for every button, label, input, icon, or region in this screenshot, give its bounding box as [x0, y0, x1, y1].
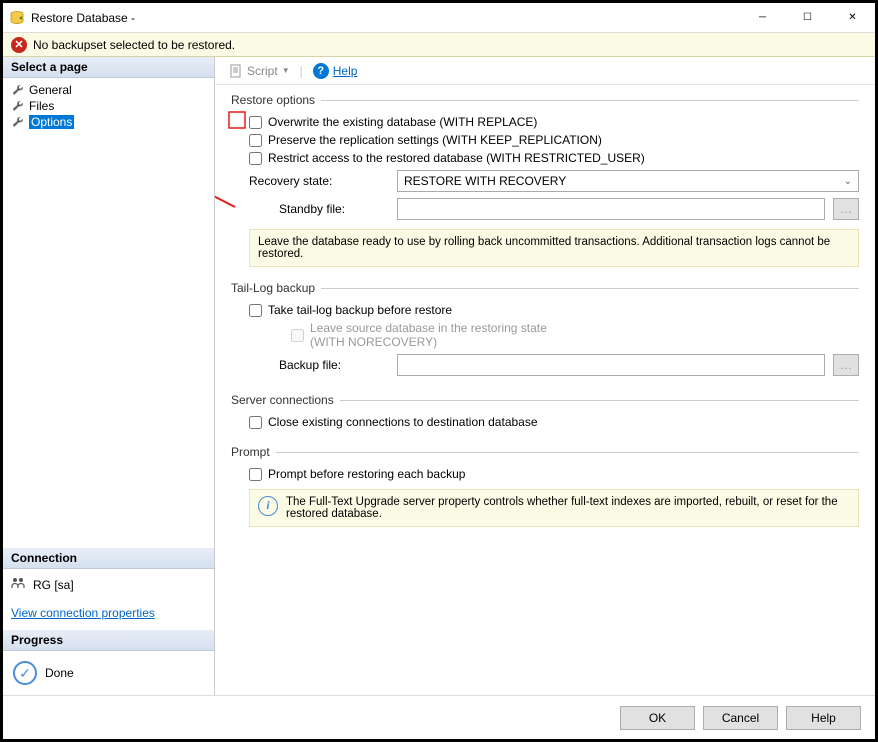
close-connections-label: Close existing connections to destinatio…	[268, 415, 538, 429]
close-button[interactable]: ✕	[830, 3, 875, 33]
sidebar-item-label[interactable]: Options	[29, 115, 74, 129]
maximize-button[interactable]: ☐	[785, 3, 830, 33]
server-connections-legend: Server connections	[231, 393, 859, 407]
fulltext-info-bar: i The Full-Text Upgrade server property …	[249, 489, 859, 527]
help-icon: ?	[313, 63, 329, 79]
leave-source-restoring-label: Leave source database in the restoring s…	[310, 321, 547, 349]
dropdown-arrow-icon: ▼	[282, 66, 290, 75]
script-icon	[229, 64, 243, 78]
take-tail-log-checkbox[interactable]	[249, 304, 262, 317]
fulltext-info-text: The Full-Text Upgrade server property co…	[286, 496, 850, 520]
help-button[interactable]: ? Help	[307, 61, 364, 81]
sidebar-item-label[interactable]: General	[29, 83, 72, 97]
wrench-icon	[11, 115, 25, 129]
take-tail-log-label: Take tail-log backup before restore	[268, 303, 452, 317]
connection-value: RG [sa]	[33, 578, 74, 592]
close-connections-checkbox[interactable]	[249, 416, 262, 429]
restrict-access-checkbox[interactable]	[249, 152, 262, 165]
ok-button[interactable]: OK	[620, 706, 695, 730]
sidebar-item-label[interactable]: Files	[29, 99, 54, 113]
tail-log-legend: Tail-Log backup	[231, 281, 859, 295]
window-title: Restore Database -	[31, 11, 740, 25]
standby-browse-button[interactable]: …	[833, 198, 859, 220]
overwrite-label: Overwrite the existing database (WITH RE…	[268, 115, 537, 129]
restore-options-legend: Restore options	[231, 93, 859, 107]
error-message: No backupset selected to be restored.	[33, 38, 235, 52]
help-label: Help	[333, 64, 358, 78]
minimize-button[interactable]: ─	[740, 3, 785, 33]
sidebar-item-general[interactable]: General	[11, 82, 206, 98]
connection-header: Connection	[3, 548, 214, 569]
standby-file-label: Standby file:	[249, 202, 389, 216]
preserve-replication-checkbox[interactable]	[249, 134, 262, 147]
leave-source-restoring-checkbox	[291, 329, 304, 342]
recovery-state-label: Recovery state:	[249, 174, 389, 188]
wrench-icon	[11, 83, 25, 97]
recovery-state-value: RESTORE WITH RECOVERY	[404, 174, 566, 188]
error-icon: ✕	[11, 37, 27, 53]
cancel-button[interactable]: Cancel	[703, 706, 778, 730]
restrict-access-label: Restrict access to the restored database…	[268, 151, 645, 165]
progress-header: Progress	[3, 630, 214, 651]
wrench-icon	[11, 99, 25, 113]
done-check-icon: ✓	[13, 661, 37, 685]
script-button[interactable]: Script ▼	[223, 62, 296, 80]
preserve-replication-label: Preserve the replication settings (WITH …	[268, 133, 602, 147]
progress-status: Done	[45, 666, 74, 680]
overwrite-checkbox[interactable]	[249, 116, 262, 129]
standby-file-input[interactable]	[397, 198, 825, 220]
sidebar-item-files[interactable]: Files	[11, 98, 206, 114]
select-page-header: Select a page	[3, 57, 214, 78]
recovery-info-bar: Leave the database ready to use by rolli…	[249, 229, 859, 267]
info-icon: i	[258, 496, 278, 516]
backup-file-browse-button[interactable]: …	[833, 354, 859, 376]
help-button-footer[interactable]: Help	[786, 706, 861, 730]
red-box-annotation	[228, 111, 248, 131]
prompt-legend: Prompt	[231, 445, 859, 459]
recovery-info-text: Leave the database ready to use by rolli…	[258, 236, 850, 260]
sidebar-item-options[interactable]: Options	[11, 114, 206, 130]
backup-file-input[interactable]	[397, 354, 825, 376]
chevron-down-icon: ⌄	[844, 176, 852, 187]
server-icon	[11, 577, 27, 592]
backup-file-label: Backup file:	[249, 358, 389, 372]
view-connection-properties-link[interactable]: View connection properties	[3, 600, 214, 630]
recovery-state-combo[interactable]: RESTORE WITH RECOVERY ⌄	[397, 170, 859, 192]
database-restore-icon	[9, 10, 25, 26]
script-label: Script	[247, 64, 278, 78]
prompt-before-restore-checkbox[interactable]	[249, 468, 262, 481]
prompt-before-restore-label: Prompt before restoring each backup	[268, 467, 465, 481]
